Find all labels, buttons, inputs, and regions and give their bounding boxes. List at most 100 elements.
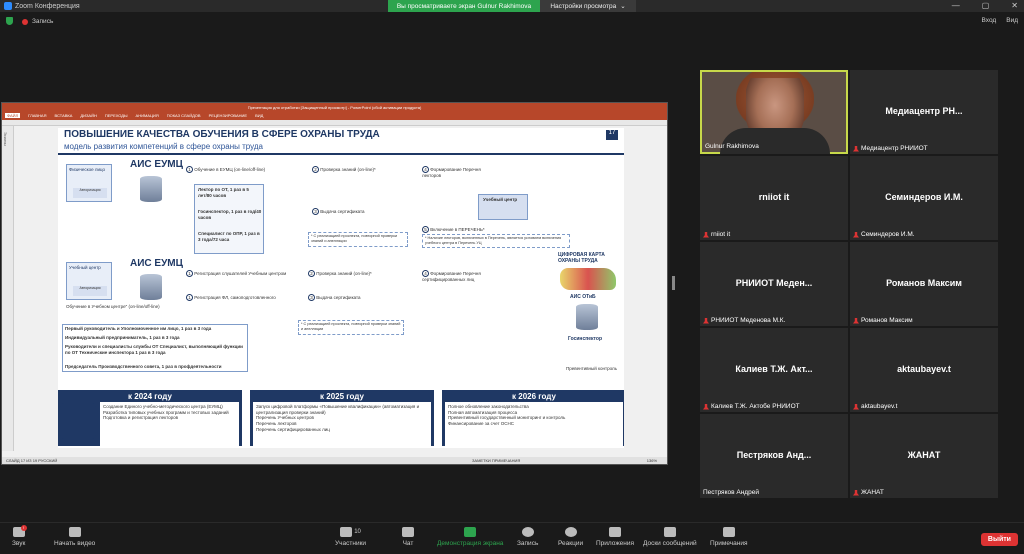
whiteboard-button[interactable]: Доски сообщений [643, 527, 697, 547]
step4-label: 4 Формирование Перечня лекторов [422, 166, 481, 178]
participant-caption: Калиев Т.Ж. Актобе РНИИОТ [703, 403, 800, 410]
share-screen-button[interactable]: Демонстрация экрана [437, 527, 503, 547]
list-item: Финансирование за счет ОСНС [448, 420, 515, 426]
notes-button[interactable]: Примечания [710, 527, 748, 547]
recording-indicator[interactable]: Запись [22, 18, 53, 25]
minimize-button[interactable]: — [952, 1, 960, 10]
record-dot-icon [22, 18, 28, 25]
share-screen-icon [464, 527, 477, 537]
reg2-label: 1 Регистрация ФЛ, самоподготовленного [186, 294, 276, 301]
participant-caption-text: Семиндеров И.М. [861, 231, 915, 238]
ppt-tab-design[interactable]: ДИЗАЙН [80, 113, 96, 118]
participant-tile[interactable]: Калиев Т.Ж. Акт... Калиев Т.Ж. Актобе РН… [700, 328, 848, 412]
slide-title: ПОВЫШЕНИЕ КАЧЕСТВА ОБУЧЕНИЯ В СФЕРЕ ОХРА… [64, 129, 380, 140]
note-text-row2: * С реализацией проспекта, повторной про… [301, 322, 401, 331]
leave-button[interactable]: Выйти [980, 533, 1018, 546]
inspector-label: Госинспектор [568, 336, 603, 342]
year-2026-head: к 2026 году [512, 392, 556, 401]
list-item: Создание Единого учебно-методического це… [103, 404, 223, 409]
ppt-tab-view[interactable]: ВИД [255, 113, 263, 118]
step2-label: 2 Проверка знаний (on-line)* [312, 166, 376, 173]
step5-label: 5 Включение в ПЕРЕЧЕНЬ* [422, 226, 485, 233]
participant-caption: Семиндеров И.М. [853, 231, 915, 238]
start-video-button[interactable]: Начать видео [54, 527, 95, 547]
participant-caption-text: Пестряков Андрей [703, 489, 759, 496]
reg1-text: Регистрация слушателей Учебным центром [194, 271, 287, 276]
note-text-5: * Наличие лекторов, включенных в Перечен… [425, 236, 562, 245]
participant-name: Романов Максим [886, 278, 962, 288]
participants-button[interactable]: 10 Участники [335, 527, 366, 547]
apps-grid-icon [609, 527, 622, 537]
chat-button[interactable]: Чат [402, 527, 414, 547]
mic-muted-icon [703, 403, 709, 410]
participant-tile[interactable]: РНИИОТ Меден... РНИИОТ Меденова М.К. [700, 242, 848, 326]
audio-button[interactable]: ! Звук [12, 525, 27, 547]
record-button[interactable]: Запись [517, 527, 538, 547]
participant-tile[interactable]: aktaubayev.t aktaubayev.t [850, 328, 998, 412]
chat-bubble-icon [402, 527, 414, 537]
ppt-tab-slideshow[interactable]: ПОКАЗ СЛАЙДОВ [167, 113, 201, 118]
participant-name: aktaubayev.t [897, 364, 951, 374]
participant-video-body [720, 128, 830, 154]
participants-count: 10 [354, 529, 361, 535]
participants-icon [340, 527, 353, 537]
digital-map-title: ЦИФРОВАЯ КАРТА ОХРАНЫ ТРУДА [558, 252, 605, 265]
kazakhstan-map-icon [560, 268, 616, 290]
participant-caption: Медиацентр РНИИОТ [853, 145, 928, 152]
close-button[interactable]: ✕ [1011, 1, 1018, 10]
participant-tile[interactable]: rniiot it rniiot it [700, 156, 848, 240]
participant-caption-text: ЖАНАТ [861, 489, 884, 496]
ppt-tab-transitions[interactable]: ПЕРЕХОДЫ [105, 113, 128, 118]
participant-tile[interactable]: ЖАНАТ ЖАНАТ [850, 414, 998, 498]
audio-label: Звук [12, 540, 26, 547]
reactions-button[interactable]: Реакции [558, 527, 583, 547]
ppt-tab-file[interactable]: ФАЙЛ [5, 113, 21, 118]
mic-muted-icon [853, 231, 859, 238]
participant-caption: Романов Максим [853, 317, 913, 324]
participant-tile[interactable]: Романов Максим Романов Максим [850, 242, 998, 326]
mic-muted-icon [703, 317, 709, 324]
ppt-tab-home[interactable]: ГЛАВНАЯ [28, 113, 46, 118]
ppt-thumbnail-pane[interactable]: Эскизы [2, 126, 14, 451]
ppt-zoom-level[interactable]: 136% [647, 458, 657, 463]
participant-tile[interactable]: Медиацентр РН... Медиацентр РНИИОТ [850, 70, 998, 154]
table-row: Индивидуальный предприниматель, 1 раз в … [65, 335, 180, 340]
individual-entity: Физическое лицо Авторизация [66, 164, 112, 202]
participant-tile[interactable]: Семиндеров И.М. Семиндеров И.М. [850, 156, 998, 240]
participant-tile[interactable]: Пестряков Анд... Пестряков Андрей [700, 414, 848, 498]
apps-button[interactable]: Приложения [596, 527, 634, 547]
participant-caption-text: Медиацентр РНИИОТ [861, 145, 928, 152]
participants-icon-group: 10 [340, 527, 361, 537]
meeting-toolbar: ! Звук Начать видео 10 Участники Чат Дем… [0, 522, 1024, 554]
shared-powerpoint-window[interactable]: Презентация для отработки [Защищенный пр… [1, 102, 668, 465]
view-options-button[interactable]: Настройки просмотра ⌄ [540, 0, 636, 12]
record-icon [521, 527, 534, 537]
start-video-label: Начать видео [54, 540, 96, 547]
participants-label: Участники [335, 540, 367, 547]
row2-caption: Обучение в Учебном центре" (on-line/off-… [66, 304, 160, 309]
note-box-row2: * С реализацией проспекта, повторной про… [298, 320, 404, 335]
maximize-button[interactable]: ▢ [982, 1, 990, 10]
enter-button[interactable]: Вход [982, 17, 997, 24]
step1-label: 1 Обучение в ЕУМЦ (on-line/off-line) [186, 166, 265, 173]
view-button[interactable]: Вид [1006, 17, 1018, 24]
notes-label: Примечания [710, 540, 748, 547]
participant-name: Семиндеров И.М. [885, 192, 963, 202]
ppt-tab-animation[interactable]: АНИМАЦИЯ [136, 113, 159, 118]
ais-otib-label: АИС ОТиБ [570, 294, 596, 300]
training-center-label: Учебный центр [483, 197, 518, 202]
categories-table: Первый руководитель и Уполномоченное им … [62, 324, 248, 372]
ais-eumc-heading-1: АИС ЕУМЦ [130, 159, 183, 170]
record-label: Запись [517, 540, 539, 547]
ppt-tab-review[interactable]: РЕЦЕНЗИРОВАНИЕ [209, 113, 247, 118]
row2-step2-label: 2 Проверка знаний (on-line)* [308, 270, 372, 277]
shield-icon[interactable] [6, 17, 13, 25]
share-scroll-handle[interactable] [672, 276, 675, 290]
mic-muted-icon [853, 403, 859, 410]
chevron-down-icon: ⌄ [620, 3, 626, 10]
participant-tile-video[interactable]: Gulnur Rakhimova [700, 70, 848, 154]
category-inspector: Госинспектор, 1 раз в год/40 часов [198, 209, 262, 220]
ppt-tab-insert[interactable]: ВСТАВКА [54, 113, 72, 118]
year-2026-body: Полное обновление законодательства Полна… [445, 402, 623, 446]
ppt-status-right[interactable]: ЗАМЕТКИ ПРИМЕЧАНИЯ [472, 458, 520, 463]
